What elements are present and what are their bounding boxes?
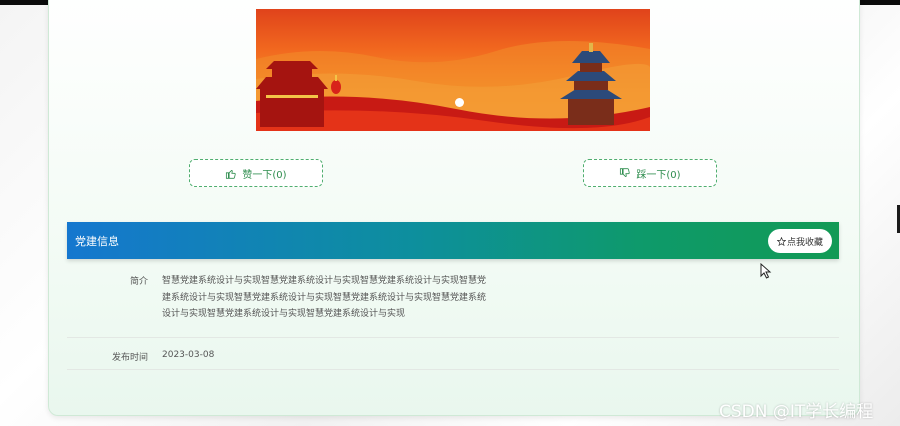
favorite-label: 点我收藏 (786, 237, 823, 248)
favorite-button[interactable]: 点我收藏 (768, 229, 832, 253)
intro-label: 简介 (129, 277, 148, 287)
star-icon (776, 236, 786, 246)
section-title: 党建信息 (75, 235, 119, 248)
row-divider (67, 369, 839, 370)
banner-illustration (256, 40, 650, 131)
intro-text: 智慧党建系统设计与实现智慧党建系统设计与实现智慧党建系统设计与实现智慧党建系统设… (162, 276, 487, 320)
watermark: CSDN @IT学长编程 (719, 402, 874, 422)
thumbs-up-icon (226, 169, 237, 179)
dislike-label: 踩一下(0) (636, 169, 681, 181)
banner-image (256, 9, 650, 131)
date-value: 2023-03-08 (162, 350, 215, 360)
dislike-button[interactable]: 踩一下(0) (583, 159, 717, 187)
thumbs-down-icon (620, 167, 631, 177)
mouse-cursor-icon (760, 263, 772, 279)
like-label: 赞一下(0) (242, 169, 287, 181)
like-button[interactable]: 赞一下(0) (189, 159, 323, 187)
carousel-dot[interactable] (455, 98, 464, 107)
party-info-header: 党建信息 点我收藏 (67, 222, 839, 259)
row-divider (67, 337, 839, 338)
date-label: 发布时间 (111, 353, 148, 363)
